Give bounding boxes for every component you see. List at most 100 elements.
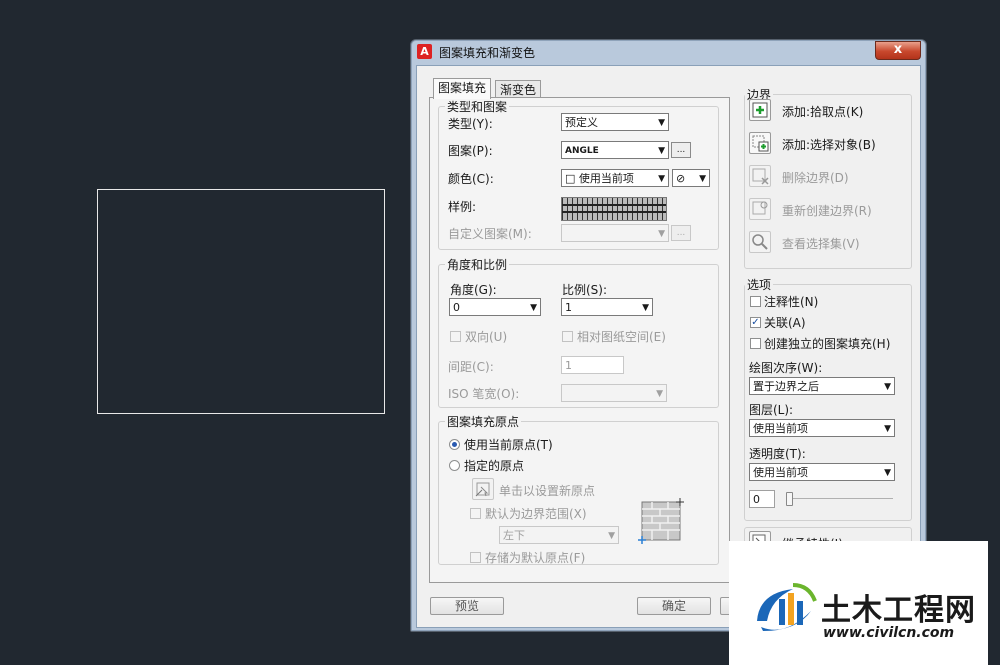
civilcn-logo-icon [749,581,819,636]
background-color-select[interactable]: ⊘ ▼ [672,169,710,187]
spacing-input[interactable]: 1 [561,356,624,374]
color-select[interactable]: □ 使用当前项 ▼ [561,169,669,187]
type-label: 类型(Y): [448,117,493,131]
layer-value: 使用当前项 [753,422,808,435]
annotative-checkbox[interactable] [750,296,761,307]
checkmark-icon: ✓ [751,317,760,328]
pattern-browse-button[interactable]: ... [671,142,691,158]
pattern-sample-swatch[interactable] [561,197,667,221]
associative-label: 关联(A) [764,316,806,330]
default-extent-label: 默认为边界范围(X) [485,507,587,521]
add-select-objects-icon[interactable] [749,132,771,154]
double-checkbox[interactable] [450,331,461,342]
chevron-down-icon: ▼ [658,174,665,184]
iso-pen-select[interactable]: ▼ [561,384,667,402]
chevron-down-icon: ▼ [658,118,665,128]
chevron-down-icon: ▼ [699,174,706,184]
pattern-label: 图案(P): [448,144,493,158]
pattern-select[interactable]: ANGLE ▼ [561,141,669,159]
close-button[interactable]: x [875,41,921,60]
chevron-down-icon: ▼ [884,382,891,392]
store-default-label: 存储为默认原点(F) [485,551,586,565]
magnifier-icon[interactable] [749,231,771,253]
autocad-logo-icon: A [417,44,432,59]
type-pattern-legend: 类型和图案 [447,100,508,114]
remove-boundaries-icon[interactable] [749,165,771,187]
recreate-boundary-icon[interactable] [749,198,771,220]
use-current-origin-label: 使用当前原点(T) [464,438,553,452]
custom-browse-button[interactable]: ... [671,225,691,241]
watermark-url: www.civilcn.com [823,625,955,641]
transparency-value: 使用当前项 [753,466,808,479]
associative-checkbox[interactable]: ✓ [750,317,761,328]
draw-order-label: 绘图次序(W): [749,361,823,375]
transparency-slider-track[interactable] [787,498,893,499]
drawing-rectangle [97,189,385,414]
view-selections-label[interactable]: 查看选择集(V) [782,235,860,252]
custom-pattern-label: 自定义图案(M): [448,227,532,241]
click-set-origin-label: 单击以设置新原点 [499,484,596,498]
scale-label: 比例(S): [562,283,608,297]
default-extent-checkbox[interactable] [470,508,481,519]
origin-position-value: 左下 [503,529,525,542]
chevron-down-icon: ▼ [642,303,649,313]
preview-button[interactable]: 预览 [430,597,504,615]
layer-label: 图层(L): [749,403,794,417]
title-bar[interactable]: A 图案填充和渐变色 x [411,40,926,64]
origin-position-select[interactable]: 左下 ▼ [499,526,619,544]
tab-hatch[interactable]: 图案填充 [433,78,492,99]
separate-hatches-checkbox[interactable] [750,338,761,349]
specified-origin-radio[interactable] [449,460,460,471]
annotative-label: 注释性(N) [764,295,819,309]
transparency-number-input[interactable]: 0 [749,490,775,508]
ok-button[interactable]: 确定 [637,597,711,615]
type-select[interactable]: 预定义 ▼ [561,113,669,131]
sample-stripe [562,204,666,206]
angle-scale-legend: 角度和比例 [447,258,508,272]
angle-select[interactable]: 0 ▼ [449,298,541,316]
transparency-label: 透明度(T): [749,447,806,461]
options-legend: 选项 [747,278,772,292]
draw-order-value: 置于边界之后 [753,380,819,393]
angle-label: 角度(G): [450,283,497,297]
add-pick-points-label[interactable]: 添加:拾取点(K) [782,103,863,120]
chevron-down-icon: ▼ [658,229,665,239]
sample-stripe [562,211,666,213]
no-fill-icon: ⊘ [676,172,686,185]
layer-select[interactable]: 使用当前项 ▼ [749,419,895,437]
brick-origin-preview-icon [638,498,684,544]
store-default-checkbox[interactable] [470,552,481,563]
double-label: 双向(U) [465,330,508,344]
custom-pattern-select[interactable]: ▼ [561,224,669,242]
chevron-down-icon: ▼ [658,146,665,156]
scale-select[interactable]: 1 ▼ [561,298,653,316]
chevron-down-icon: ▼ [608,531,615,541]
type-value: 预定义 [565,116,598,129]
iso-pen-label: ISO 笔宽(O): [448,387,520,401]
dialog-title: 图案填充和渐变色 [439,46,536,60]
remove-boundaries-label[interactable]: 删除边界(D) [782,169,849,186]
add-select-objects-label[interactable]: 添加:选择对象(B) [782,136,876,153]
watermark-brand: 土木工程网 [821,593,976,628]
add-pick-points-icon[interactable] [749,99,771,121]
sample-label: 样例: [448,200,477,214]
draw-order-select[interactable]: 置于边界之后 ▼ [749,377,895,395]
hatch-tab-page: 类型和图案 类型(Y): 预定义 ▼ 图案(P): ANGLE ▼ ... 颜色(C… [429,97,730,583]
transparency-slider-thumb[interactable] [786,492,793,506]
transparency-select[interactable]: 使用当前项 ▼ [749,463,895,481]
relative-paper-label: 相对图纸空间(E) [577,330,666,344]
scale-value: 1 [565,301,572,314]
spacing-label: 间距(C): [448,360,494,374]
relative-paper-checkbox[interactable] [562,331,573,342]
separate-hatches-label: 创建独立的图案填充(H) [764,337,891,351]
use-current-origin-radio[interactable] [449,439,460,450]
color-value: □ 使用当前项 [565,172,634,185]
set-origin-cursor-icon[interactable] [472,478,494,500]
watermark: 土木工程网 www.civilcn.com [729,541,988,665]
hatch-origin-legend: 图案填充原点 [447,415,520,429]
specified-origin-label: 指定的原点 [464,459,525,473]
pattern-value: ANGLE [565,146,599,156]
chevron-down-icon: ▼ [884,468,891,478]
recreate-boundary-label[interactable]: 重新创建边界(R) [782,202,872,219]
color-label: 颜色(C): [448,172,494,186]
